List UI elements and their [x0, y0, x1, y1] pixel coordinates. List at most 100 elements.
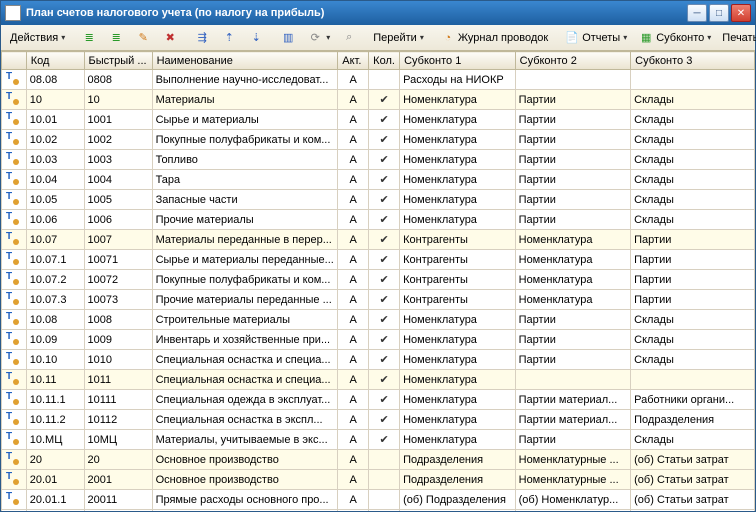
add-button[interactable]: ≣ — [76, 27, 102, 49]
table-row[interactable]: 10.111011Специальная оснастка и специа..… — [2, 370, 755, 390]
move-up-button[interactable]: ⇡ — [216, 27, 242, 49]
cell-s1: Номенклатура — [400, 310, 516, 330]
table-row[interactable]: 10.061006Прочие материалыА✔НоменклатураП… — [2, 210, 755, 230]
table-row[interactable]: 10.091009Инвентарь и хозяйственные при..… — [2, 330, 755, 350]
col-s1[interactable]: Субконто 1 — [400, 52, 516, 70]
cell-qty: ✔ — [369, 290, 400, 310]
cell-qty: ✔ — [369, 170, 400, 190]
cell-act: А — [338, 190, 369, 210]
col-fast[interactable]: Быстрый ... — [84, 52, 152, 70]
table-row[interactable]: 10.101010Специальная оснастка и специа..… — [2, 350, 755, 370]
cell-s2: Партии — [515, 170, 631, 190]
cell-fast: 0808 — [84, 70, 152, 90]
cell-qty: ✔ — [369, 350, 400, 370]
table-row[interactable]: 10.031003ТопливоА✔НоменклатураПартииСкла… — [2, 150, 755, 170]
edit-button[interactable]: ✎ — [130, 27, 156, 49]
cell-code: 10.10 — [26, 350, 84, 370]
cell-fast: 10073 — [84, 290, 152, 310]
delete-button[interactable]: ✖ — [157, 27, 183, 49]
account-icon — [5, 411, 19, 425]
cell-qty: ✔ — [369, 250, 400, 270]
actions-menu[interactable]: Действия▾ — [5, 27, 70, 49]
goto-menu[interactable]: Перейти▾ — [368, 27, 429, 49]
cell-code: 20.01 — [26, 470, 84, 490]
maximize-button[interactable]: □ — [709, 4, 729, 22]
table-row[interactable]: 10.11.110111Специальная одежда в эксплуа… — [2, 390, 755, 410]
col-s2[interactable]: Субконто 2 — [515, 52, 631, 70]
col-qty[interactable]: Кол. — [369, 52, 400, 70]
table-row[interactable]: 10.07.110071Сырье и материалы переданные… — [2, 250, 755, 270]
subkonto-menu[interactable]: ▦Субконто▾ — [633, 27, 716, 49]
accounts-table: КодБыстрый ...НаименованиеАкт.Кол.Субкон… — [1, 51, 755, 511]
table-row[interactable]: 10.07.210072Покупные полуфабрикаты и ком… — [2, 270, 755, 290]
close-button[interactable]: ✕ — [731, 4, 751, 22]
col-s3[interactable]: Субконто 3 — [631, 52, 755, 70]
cell-act: А — [338, 210, 369, 230]
table-row[interactable]: 10.07.310073Прочие материалы переданные … — [2, 290, 755, 310]
table-row[interactable]: 20.01.220012Косвенные расходы основного … — [2, 510, 755, 512]
cell-qty: ✔ — [369, 390, 400, 410]
col-icon[interactable] — [2, 52, 27, 70]
refresh-icon: ⟳ — [307, 30, 323, 46]
cell-fast: 1001 — [84, 110, 152, 130]
cell-code: 08.08 — [26, 70, 84, 90]
cell-s1: Номенклатура — [400, 190, 516, 210]
reports-label: Отчеты — [582, 32, 620, 44]
cell-s1: (об) Подразделения — [400, 490, 516, 510]
add-icon: ≣ — [81, 30, 97, 46]
cell-s1: Расходы на НИОКР — [400, 70, 516, 90]
col-code[interactable]: Код — [26, 52, 84, 70]
table-row[interactable]: 10.071007Материалы переданные в перер...… — [2, 230, 755, 250]
account-icon — [5, 91, 19, 105]
journal-button[interactable]: ◔Журнал проводок — [435, 27, 553, 49]
cell-name: Прямые расходы основного про... — [152, 490, 338, 510]
add-sub-button[interactable]: ≣ — [103, 27, 129, 49]
check-icon: ✔ — [380, 134, 389, 146]
cell-code: 10.11.2 — [26, 410, 84, 430]
cell-act: А — [338, 290, 369, 310]
cell-name: Запасные части — [152, 190, 338, 210]
table-row[interactable]: 1010МатериалыА✔НоменклатураПартииСклады — [2, 90, 755, 110]
table-row[interactable]: 10.021002Покупные полуфабрикаты и ком...… — [2, 130, 755, 150]
table-row[interactable]: 2020Основное производствоАПодразделенияН… — [2, 450, 755, 470]
cell-act: А — [338, 70, 369, 90]
account-icon — [5, 211, 19, 225]
find-button[interactable]: ⌕ — [336, 27, 362, 49]
check-icon: ✔ — [380, 274, 389, 286]
account-icon — [5, 231, 19, 245]
cell-s2: Номенклатура — [515, 270, 631, 290]
cell-act: А — [338, 510, 369, 512]
filter-button[interactable]: ▥ — [275, 27, 301, 49]
table-row[interactable]: 10.051005Запасные частиА✔НоменклатураПар… — [2, 190, 755, 210]
cell-act: А — [338, 390, 369, 410]
account-icon — [5, 451, 19, 465]
print-menu[interactable]: Печать▾ — [717, 27, 756, 49]
table-row[interactable]: 10.011001Сырье и материалыА✔Номенклатура… — [2, 110, 755, 130]
cell-icon — [2, 410, 27, 430]
cell-s2: Партии — [515, 350, 631, 370]
minimize-button[interactable]: ─ — [687, 4, 707, 22]
cell-icon — [2, 230, 27, 250]
cell-name: Основное производство — [152, 450, 338, 470]
grid[interactable]: КодБыстрый ...НаименованиеАкт.Кол.Субкон… — [1, 51, 755, 511]
hierarchy-button[interactable]: ⇶ — [189, 27, 215, 49]
table-row[interactable]: 20.01.120011Прямые расходы основного про… — [2, 490, 755, 510]
col-act[interactable]: Акт. — [338, 52, 369, 70]
move-down-button[interactable]: ⇣ — [243, 27, 269, 49]
refresh-button[interactable]: ⟳▾ — [302, 27, 335, 49]
cell-s3: Склады — [631, 210, 755, 230]
cell-icon — [2, 430, 27, 450]
cell-name: Тара — [152, 170, 338, 190]
table-row[interactable]: 08.080808Выполнение научно-исследоват...… — [2, 70, 755, 90]
table-row[interactable]: 10.081008Строительные материалыА✔Номенкл… — [2, 310, 755, 330]
reports-menu[interactable]: 📄Отчеты▾ — [559, 27, 632, 49]
table-row[interactable]: 10.МЦ10МЦМатериалы, учитываемые в экс...… — [2, 430, 755, 450]
cell-fast: 1010 — [84, 350, 152, 370]
cell-icon — [2, 210, 27, 230]
account-icon — [5, 131, 19, 145]
table-row[interactable]: 20.012001Основное производствоАПодраздел… — [2, 470, 755, 490]
cell-fast: 1008 — [84, 310, 152, 330]
table-row[interactable]: 10.041004ТараА✔НоменклатураПартииСклады — [2, 170, 755, 190]
col-name[interactable]: Наименование — [152, 52, 338, 70]
table-row[interactable]: 10.11.210112Специальная оснастка в экспл… — [2, 410, 755, 430]
